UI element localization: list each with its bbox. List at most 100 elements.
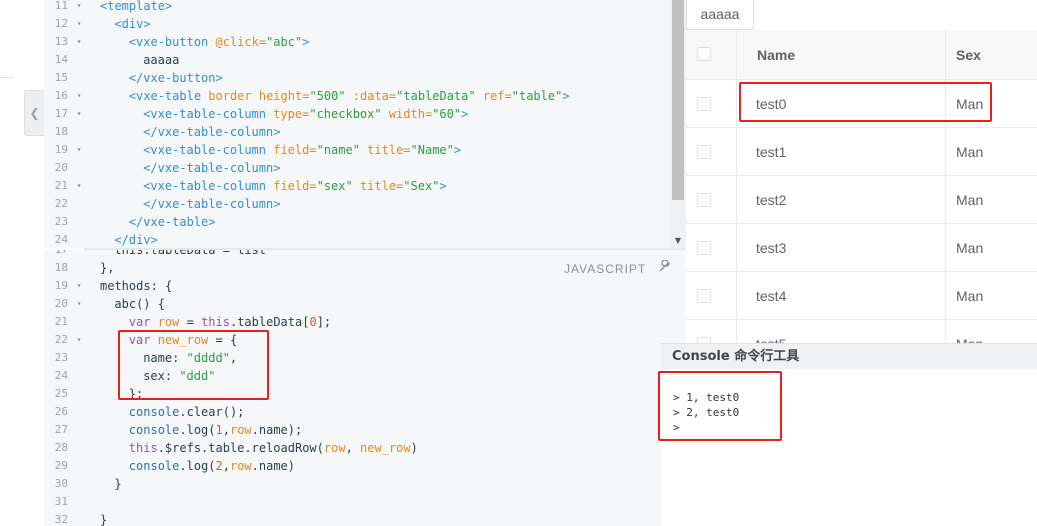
code-line[interactable]: 24 </div>: [44, 231, 686, 248]
code-text: </vxe-table-column>: [143, 125, 281, 139]
code-line[interactable]: 31: [44, 493, 686, 511]
table-row[interactable]: test5 Man: [686, 320, 1037, 343]
divider: [0, 77, 14, 78]
code-text: abc() {: [114, 297, 165, 311]
line-number: 25: [54, 387, 68, 400]
collapse-panel-button[interactable]: ❮: [24, 90, 44, 136]
code-line[interactable]: 17 this.tableData = list: [44, 250, 686, 259]
cell-sex[interactable]: Man: [956, 176, 983, 224]
scroll-down-icon[interactable]: ▼: [673, 236, 683, 245]
code-line[interactable]: 22 </vxe-table-column>: [44, 195, 686, 213]
code-line[interactable]: 28 this.$refs.table.reloadRow(row, new_ro…: [44, 439, 686, 457]
code-line[interactable]: 20 </vxe-table-column>: [44, 159, 686, 177]
line-number: 17: [44, 250, 68, 259]
code-line[interactable]: 21 ▾ <vxe-table-column field="sex" title="…: [44, 177, 686, 195]
code-text: <vxe-table border height="500" :data="ta…: [128, 89, 570, 103]
code-line[interactable]: 29 console.log(2,row.name): [44, 457, 686, 475]
code-text: <vxe-table-column field="name" title="Na…: [143, 143, 462, 157]
row-checkbox[interactable]: [697, 145, 711, 159]
line-number: 21: [54, 315, 68, 328]
table-header-row: Name Sex: [686, 30, 1037, 80]
cell-name[interactable]: test4: [756, 272, 786, 320]
fold-arrow-icon[interactable]: ▾: [74, 15, 84, 33]
cell-sex[interactable]: Man: [956, 320, 983, 343]
fold-arrow-icon[interactable]: ▾: [74, 87, 84, 105]
preview-panel: aaaaa Name Sex test0 Man test1 Man test2 Man t…: [686, 0, 1037, 343]
code-text: <vxe-table-column field="sex" title="Sex…: [143, 179, 447, 193]
chevron-left-icon: ❮: [29, 106, 40, 120]
code-text: console.log(1,row.name);: [128, 423, 303, 437]
column-header-name[interactable]: Name: [757, 30, 795, 80]
line-number: 28: [54, 441, 68, 454]
code-text: </div>: [114, 233, 158, 247]
code-line[interactable]: 19 ▾ <vxe-table-column field="name" title=…: [44, 141, 686, 159]
code-line[interactable]: 11 ▾ <template>: [44, 0, 686, 15]
table-row[interactable]: test2 Man: [686, 176, 1037, 224]
code-line[interactable]: 14 aaaaa: [44, 51, 686, 69]
tools-icon[interactable]: [657, 260, 671, 274]
code-line[interactable]: 17 ▾ <vxe-table-column type="checkbox" wid…: [44, 105, 686, 123]
row-checkbox[interactable]: [697, 289, 711, 303]
code-line[interactable]: 21 var row = this.tableData[0];: [44, 313, 686, 331]
code-text: </vxe-table-column>: [143, 161, 281, 175]
line-number: 31: [54, 495, 68, 508]
fold-arrow-icon[interactable]: ▾: [74, 277, 84, 295]
line-number: 20: [54, 161, 68, 174]
line-number: 12: [54, 17, 68, 30]
left-gutter: [0, 0, 44, 526]
cell-name[interactable]: test2: [756, 176, 786, 224]
code-line[interactable]: 15 </vxe-button>: [44, 69, 686, 87]
select-all-checkbox[interactable]: [697, 47, 711, 61]
line-number: 23: [54, 215, 68, 228]
code-line[interactable]: 20 ▾ abc() {: [44, 295, 686, 313]
code-line[interactable]: 19 ▾ methods: {: [44, 277, 686, 295]
row-checkbox[interactable]: [697, 97, 711, 111]
line-number: 16: [54, 89, 68, 102]
row-checkbox[interactable]: [697, 241, 711, 255]
cell-name[interactable]: test3: [756, 224, 786, 272]
fold-arrow-icon[interactable]: ▾: [74, 0, 84, 15]
code-text: console.clear();: [128, 405, 245, 419]
fold-arrow-icon[interactable]: ▾: [74, 33, 84, 51]
cell-sex[interactable]: Man: [956, 272, 983, 320]
code-line[interactable]: 30}: [44, 475, 686, 493]
code-text: </vxe-table-column>: [143, 197, 281, 211]
table-row[interactable]: test1 Man: [686, 128, 1037, 176]
line-number: 15: [54, 71, 68, 84]
code-text: </vxe-button>: [128, 71, 223, 85]
line-number: 21: [54, 179, 68, 192]
fold-arrow-icon[interactable]: ▾: [74, 177, 84, 195]
code-text: },: [100, 261, 115, 275]
line-number: 30: [54, 477, 68, 490]
line-number: 11: [54, 0, 68, 12]
code-text: console.log(2,row.name): [128, 459, 296, 473]
table-row[interactable]: test4 Man: [686, 272, 1037, 320]
code-line[interactable]: 26 console.clear();: [44, 403, 686, 421]
line-number: 17: [54, 107, 68, 120]
fold-arrow-icon[interactable]: ▾: [74, 141, 84, 159]
row-checkbox[interactable]: [697, 193, 711, 207]
scrollbar-thumb[interactable]: [672, 0, 684, 200]
line-number: 22: [54, 333, 68, 346]
fold-arrow-icon[interactable]: ▾: [74, 105, 84, 123]
fold-arrow-icon[interactable]: ▾: [74, 295, 84, 313]
code-line[interactable]: 12 ▾ <div>: [44, 15, 686, 33]
line-number: 29: [54, 459, 68, 472]
language-label: JAVASCRIPT: [564, 262, 647, 276]
cell-name[interactable]: test5: [756, 320, 786, 343]
fold-arrow-icon[interactable]: ▾: [74, 331, 84, 349]
column-header-sex[interactable]: Sex: [956, 30, 981, 80]
code-text: this.$refs.table.reloadRow(row, new_row): [128, 441, 418, 455]
code-line[interactable]: 18 </vxe-table-column>: [44, 123, 686, 141]
code-line[interactable]: 13 ▾ <vxe-button @click="abc">: [44, 33, 686, 51]
code-line[interactable]: 16 ▾ <vxe-table border height="500" :data=…: [44, 87, 686, 105]
cell-sex[interactable]: Man: [956, 224, 983, 272]
template-editor[interactable]: 11 ▾ <template> 12 ▾ <div> 13 ▾ <vxe-button @cli…: [44, 0, 686, 248]
table-row[interactable]: test3 Man: [686, 224, 1037, 272]
code-line[interactable]: 27 console.log(1,row.name);: [44, 421, 686, 439]
code-line[interactable]: 32}: [44, 511, 686, 526]
cell-name[interactable]: test1: [756, 128, 786, 176]
aaaaa-button[interactable]: aaaaa: [686, 0, 754, 30]
code-line[interactable]: 23 </vxe-table>: [44, 213, 686, 231]
cell-sex[interactable]: Man: [956, 128, 983, 176]
